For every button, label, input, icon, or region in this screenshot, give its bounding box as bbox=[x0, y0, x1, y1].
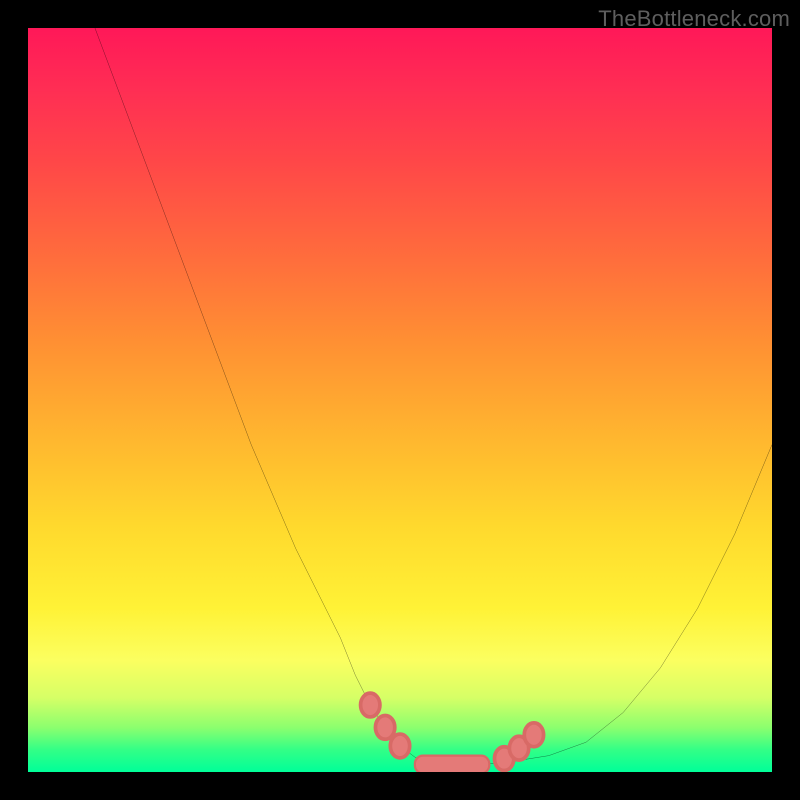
curve-flat-bar bbox=[415, 756, 489, 772]
watermark-text: TheBottleneck.com bbox=[598, 6, 790, 32]
bottleneck-curve-path bbox=[95, 28, 772, 765]
chart-frame: TheBottleneck.com bbox=[0, 0, 800, 800]
bottleneck-curve-svg bbox=[28, 28, 772, 772]
chart-plot-area bbox=[28, 28, 772, 772]
curve-marker bbox=[390, 734, 409, 758]
curve-marker bbox=[375, 715, 394, 739]
curve-marker bbox=[524, 723, 543, 747]
curve-marker bbox=[361, 693, 380, 717]
curve-endpoint-markers bbox=[361, 693, 544, 772]
